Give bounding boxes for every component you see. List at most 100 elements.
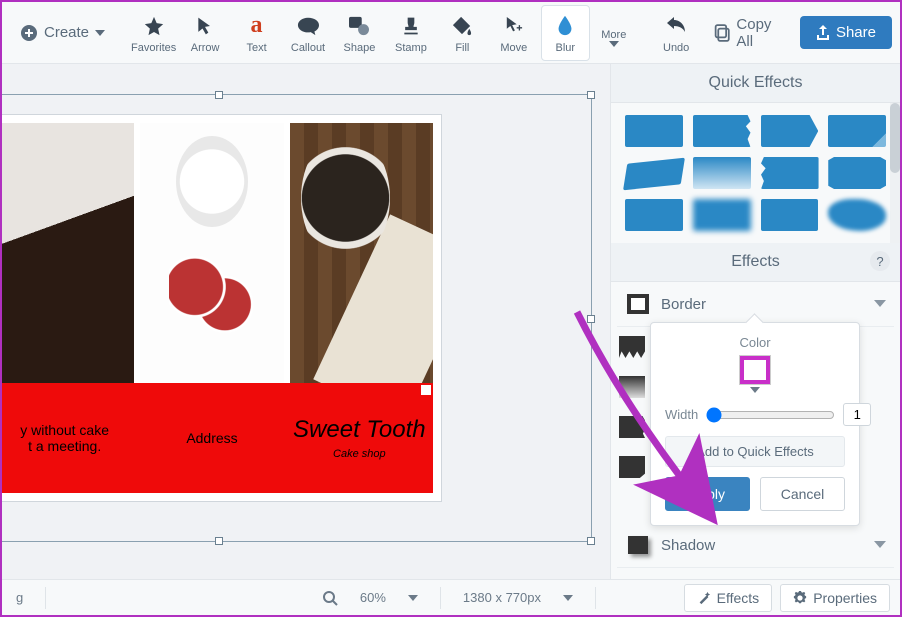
text-block[interactable]: Address — [138, 383, 285, 493]
status-bar: g 60% 1380 x 770px — [2, 579, 610, 615]
help-button[interactable]: ? — [870, 251, 890, 271]
resize-handle[interactable] — [215, 537, 223, 545]
resize-handle[interactable] — [215, 91, 223, 99]
arrow-label: Arrow — [191, 42, 220, 54]
document-canvas[interactable]: y without cake t a meeting. Address Swee… — [2, 114, 442, 502]
cancel-button[interactable]: Cancel — [760, 477, 845, 511]
copy-icon — [713, 24, 731, 42]
quick-effect-thumb[interactable] — [623, 158, 685, 191]
create-label: Create — [44, 24, 89, 41]
search-icon[interactable] — [322, 590, 338, 606]
move-tool[interactable]: Move — [489, 5, 538, 61]
properties-tab-label: Properties — [813, 590, 877, 606]
status-left-text: g — [16, 590, 23, 605]
text-block[interactable]: Sweet Tooth Cake shop — [286, 383, 433, 493]
more-tool[interactable]: More — [592, 5, 636, 61]
arrow-tool[interactable]: Arrow — [180, 5, 229, 61]
undo-tool[interactable]: Undo — [651, 5, 700, 61]
share-button[interactable]: Share — [800, 16, 892, 49]
main-toolbar: Create Favorites Arrow a Text Callout Sh… — [2, 2, 900, 64]
caret-down-icon — [750, 387, 760, 393]
wand-icon — [697, 591, 711, 605]
fill-label: Fill — [455, 42, 469, 54]
shape-label: Shape — [344, 42, 376, 54]
plus-circle-icon — [20, 24, 38, 42]
star-icon — [143, 12, 165, 40]
canvas-image[interactable] — [140, 123, 283, 383]
apply-button[interactable]: Apply — [665, 477, 750, 511]
quick-effect-thumb[interactable] — [828, 199, 886, 231]
edge-effect-icon[interactable] — [619, 456, 645, 478]
border-settings-popup: Color Width Add to Quick Effects Apply C… — [650, 322, 860, 526]
quick-effect-thumb[interactable] — [761, 115, 819, 147]
edge-effect-icon[interactable] — [619, 416, 645, 438]
stamp-tool[interactable]: Stamp — [386, 5, 435, 61]
canvas-area[interactable]: y without cake t a meeting. Address Swee… — [2, 64, 610, 579]
callout-tool[interactable]: Callout — [283, 5, 332, 61]
quick-effect-thumb[interactable] — [828, 115, 886, 147]
scrollbar-track[interactable] — [890, 103, 900, 243]
text-label: Text — [246, 42, 266, 54]
cursor-arrow-icon — [195, 12, 215, 40]
shadow-effect-row[interactable]: Shadow — [617, 523, 894, 568]
quick-effects-header: Quick Effects — [611, 64, 900, 103]
quick-effects-label: Quick Effects — [709, 74, 803, 91]
subtitle-text: Cake shop — [333, 448, 386, 460]
caret-down-icon — [609, 41, 619, 47]
bottom-tabs: Effects Properties — [610, 579, 900, 615]
effects-header: Effects ? — [611, 243, 900, 282]
width-label: Width — [665, 407, 698, 422]
copy-all-label: Copy All — [736, 16, 790, 50]
canvas-image[interactable] — [290, 123, 433, 383]
add-to-quick-effects-button[interactable]: Add to Quick Effects — [665, 436, 845, 467]
width-input[interactable] — [843, 403, 871, 426]
border-label: Border — [661, 296, 706, 313]
quick-effect-thumb[interactable] — [761, 199, 819, 231]
title-text: Sweet Tooth — [293, 416, 426, 444]
caret-down-icon[interactable] — [563, 595, 573, 601]
quick-effect-thumb[interactable] — [693, 115, 751, 147]
stamp-label: Stamp — [395, 42, 427, 54]
canvas-image[interactable] — [2, 123, 134, 383]
quick-effect-thumb[interactable] — [693, 199, 751, 231]
move-cursor-icon — [505, 12, 523, 40]
shadow-label: Shadow — [661, 537, 715, 554]
canvas-dimensions[interactable]: 1380 x 770px — [463, 590, 541, 605]
blur-label: Blur — [556, 42, 576, 54]
effects-tab[interactable]: Effects — [684, 584, 773, 612]
scrollbar-thumb[interactable] — [890, 103, 900, 173]
favorites-label: Favorites — [131, 42, 176, 54]
quick-effect-thumb[interactable] — [625, 115, 683, 147]
shadow-icon — [625, 533, 651, 557]
color-swatch[interactable] — [740, 356, 770, 384]
caret-down-icon[interactable] — [408, 595, 418, 601]
resize-handle[interactable] — [587, 537, 595, 545]
quick-effect-thumb[interactable] — [625, 199, 683, 231]
speech-bubble-icon — [297, 12, 319, 40]
copy-all-button[interactable]: Copy All — [713, 16, 790, 50]
stamp-icon — [401, 12, 421, 40]
resize-handle[interactable] — [587, 91, 595, 99]
zoom-level[interactable]: 60% — [360, 590, 386, 605]
create-button[interactable]: Create — [10, 18, 115, 48]
effects-tab-label: Effects — [717, 590, 760, 606]
fill-tool[interactable]: Fill — [438, 5, 487, 61]
quick-effects-grid — [611, 103, 900, 243]
properties-tab[interactable]: Properties — [780, 584, 890, 612]
text-block[interactable]: y without cake t a meeting. — [2, 383, 138, 493]
quick-effect-thumb[interactable] — [828, 157, 886, 189]
color-label: Color — [665, 335, 845, 350]
width-slider[interactable] — [706, 407, 835, 423]
quick-effect-thumb[interactable] — [761, 157, 819, 189]
text-tool[interactable]: a Text — [232, 5, 281, 61]
quick-effect-thumb[interactable] — [693, 157, 751, 189]
blur-tool[interactable]: Blur — [541, 5, 590, 61]
favorites-tool[interactable]: Favorites — [129, 5, 178, 61]
effect-icons-column — [619, 336, 645, 478]
effects-label: Effects — [731, 253, 780, 270]
resize-handle[interactable] — [587, 315, 595, 323]
callout-label: Callout — [291, 42, 325, 54]
edge-effect-icon[interactable] — [619, 336, 645, 358]
edge-effect-icon[interactable] — [619, 376, 645, 398]
shape-tool[interactable]: Shape — [335, 5, 384, 61]
